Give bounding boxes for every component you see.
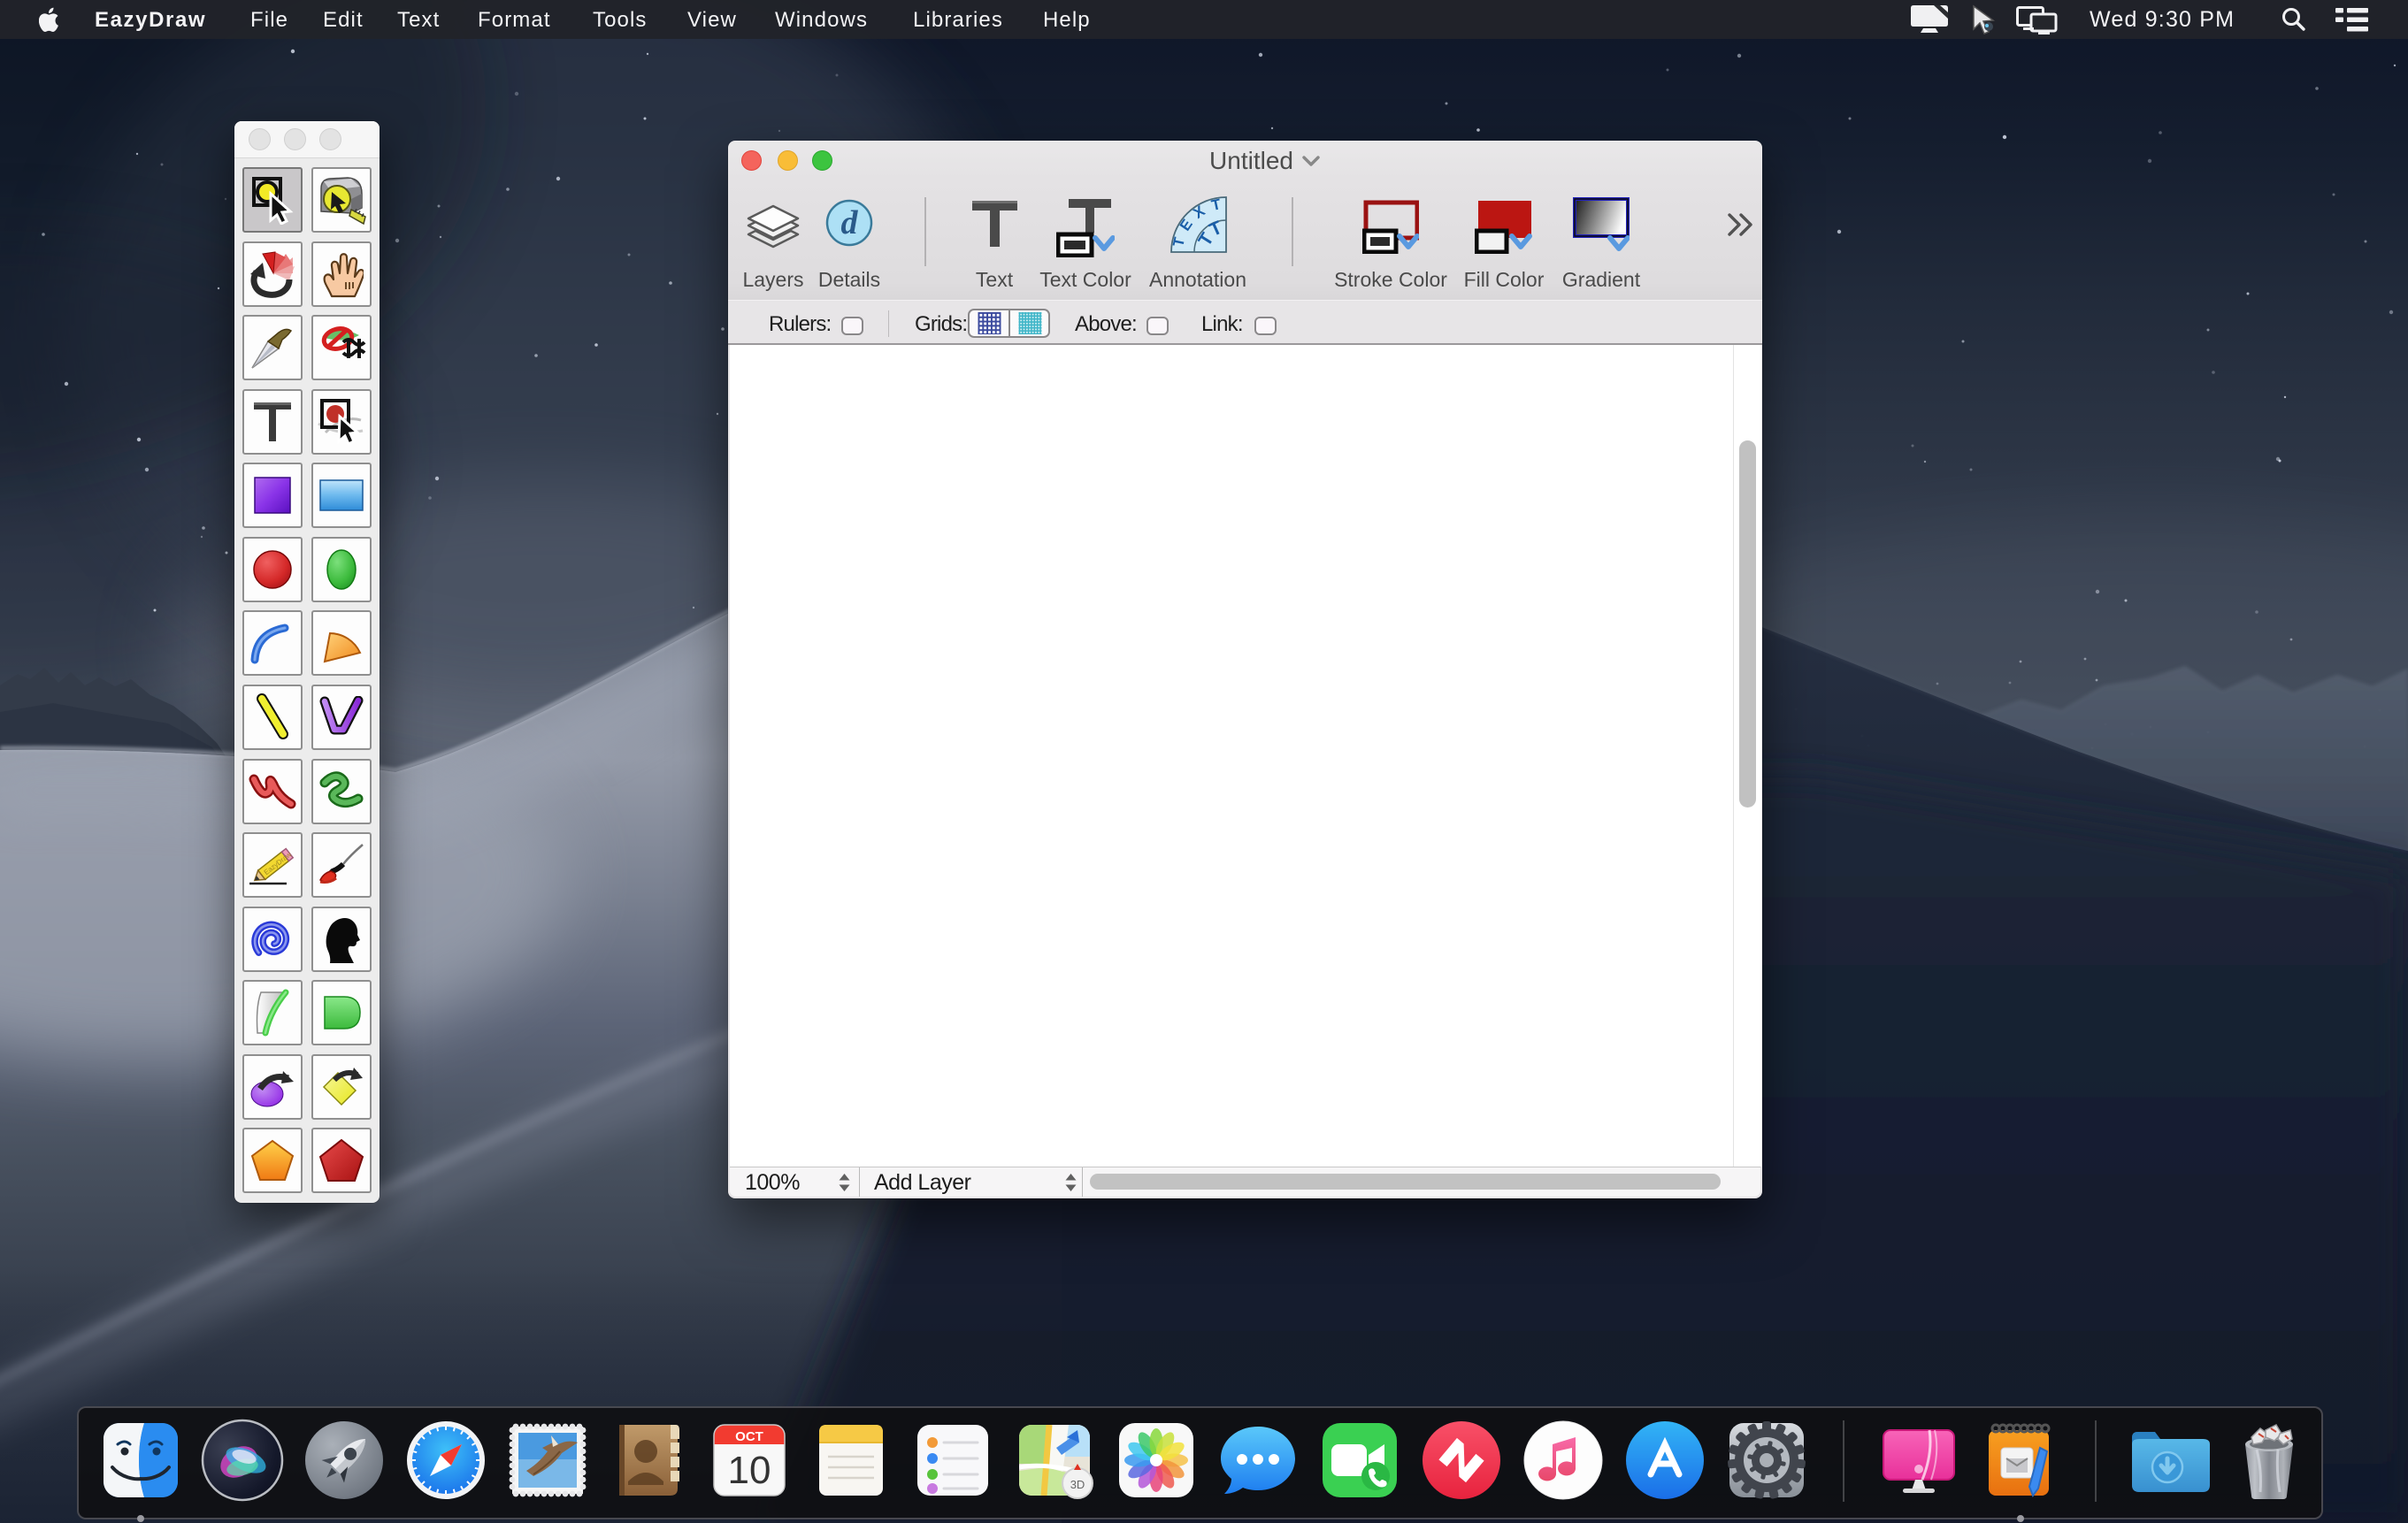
- svg-text:3D: 3D: [1070, 1478, 1085, 1491]
- svg-text:10: 10: [728, 1449, 771, 1492]
- svg-text:d: d: [841, 204, 859, 241]
- svg-text:OCT: OCT: [735, 1429, 763, 1444]
